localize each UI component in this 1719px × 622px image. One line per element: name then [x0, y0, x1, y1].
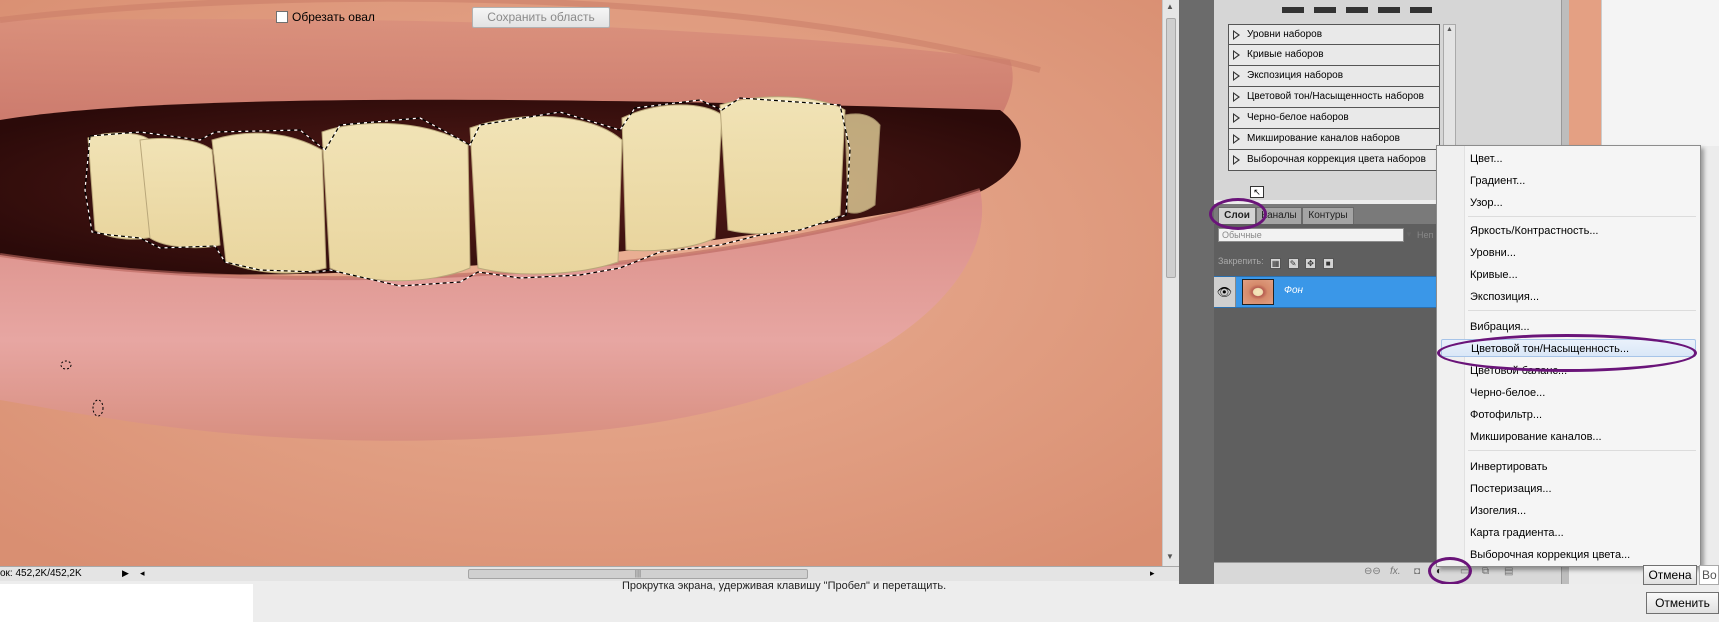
menu-item-threshold[interactable]: Изогелия... [1470, 502, 1526, 520]
scroll-thumb[interactable] [1166, 18, 1176, 278]
horizontal-scroll-thumb[interactable]: ||| [468, 569, 808, 579]
lock-row: Закрепить: ▦ ✎ ✥ ■ [1218, 256, 1334, 270]
lock-all-icon[interactable]: ■ [1322, 258, 1334, 269]
status-menu-arrow-icon[interactable]: ▶ [122, 568, 129, 579]
preset-item[interactable]: Микширование каналов наборов [1228, 129, 1440, 150]
tab-channels[interactable]: Каналы [1256, 207, 1302, 224]
lock-position-icon[interactable]: ✥ [1305, 258, 1317, 269]
blend-mode-select[interactable]: Обычные ▼ [1218, 228, 1413, 242]
new-group-icon[interactable]: ▭ [1460, 566, 1469, 577]
menu-item-black-white[interactable]: Черно-белое... [1470, 384, 1545, 402]
menu-item-pattern[interactable]: Узор... [1470, 194, 1503, 212]
photo-smile [0, 0, 1162, 566]
lock-pixels-icon[interactable]: ✎ [1287, 258, 1299, 269]
menu-item-exposure[interactable]: Экспозиция... [1470, 288, 1539, 306]
document-canvas[interactable] [0, 0, 1162, 566]
visibility-eye-icon[interactable]: 👁 [1214, 277, 1236, 307]
preset-list: Уровни наборов Кривые наборов Экспозиция… [1228, 24, 1440, 171]
crop-oval-label: Обрезать овал [292, 10, 375, 24]
scroll-right-icon[interactable]: ▸ [1150, 568, 1155, 579]
lock-label: Закрепить: [1218, 256, 1264, 266]
preset-item[interactable]: Выборочная коррекция цвета наборов [1228, 150, 1440, 171]
trash-icon[interactable]: ▤ [1504, 566, 1513, 577]
menu-item-curves[interactable]: Кривые... [1470, 266, 1518, 284]
adjustment-icon[interactable] [1282, 7, 1304, 13]
menu-item-color-balance[interactable]: Цветовой баланс... [1470, 362, 1567, 380]
scroll-left-icon[interactable]: ◂ [140, 568, 145, 579]
menu-item-gradient-map[interactable]: Карта градиента... [1470, 524, 1564, 542]
scroll-up-icon[interactable]: ▲ [1166, 2, 1174, 11]
fx-icon[interactable]: fx. [1390, 566, 1401, 577]
expand-triangle-icon[interactable] [1233, 134, 1240, 144]
menu-item-levels[interactable]: Уровни... [1470, 244, 1516, 262]
document-size-info: ок: 452,2K/452,2K [0, 568, 82, 579]
menu-item-posterize[interactable]: Постеризация... [1470, 480, 1552, 498]
layer-thumbnail [1242, 279, 1274, 305]
save-area-button[interactable]: Сохранить область [472, 7, 610, 28]
expand-triangle-icon[interactable] [1233, 113, 1240, 123]
tab-paths[interactable]: Контуры [1302, 207, 1354, 224]
new-layer-icon[interactable]: ⧉ [1482, 566, 1489, 577]
adjustment-icon[interactable] [1346, 7, 1368, 13]
expand-triangle-icon[interactable] [1233, 71, 1240, 81]
menu-item-vibrance[interactable]: Вибрация... [1470, 318, 1530, 336]
scroll-down-icon[interactable]: ▼ [1166, 552, 1174, 561]
menu-item-channel-mixer[interactable]: Микширование каналов... [1470, 428, 1602, 446]
cancel-button[interactable]: Отмена [1643, 565, 1697, 585]
new-adjustment-layer-menu: Цвет... Градиент... Узор... Яркость/Конт… [1436, 145, 1701, 567]
lock-transparency-icon[interactable]: ▦ [1270, 258, 1282, 269]
expand-triangle-icon[interactable] [1233, 155, 1240, 165]
new-adjustment-layer-icon[interactable]: ◐ [1436, 566, 1442, 577]
expand-triangle-icon[interactable] [1233, 92, 1240, 102]
tab-layers[interactable]: Слои [1218, 207, 1256, 224]
crop-oval-checkbox[interactable] [276, 11, 288, 23]
preset-item[interactable]: Экспозиция наборов [1228, 66, 1440, 87]
menu-item-color[interactable]: Цвет... [1470, 150, 1503, 168]
canvas-vertical-scrollbar[interactable]: ▲ ▼ [1162, 0, 1179, 566]
scroll-up-icon[interactable]: ▲ [1446, 26, 1453, 33]
cancel-button-secondary[interactable]: Отменить [1646, 592, 1719, 614]
menu-separator [1468, 216, 1696, 217]
menu-separator [1468, 310, 1696, 311]
add-mask-icon[interactable]: ◘ [1414, 566, 1420, 577]
layer-name: Фон [1284, 285, 1304, 296]
side-field[interactable]: Во [1699, 565, 1719, 585]
expand-triangle-icon[interactable] [1233, 30, 1240, 40]
hint-text: Прокрутка экрана, удерживая клавишу "Про… [622, 580, 947, 592]
preset-item[interactable]: Черно-белое наборов [1228, 108, 1440, 129]
expand-triangle-icon[interactable] [1233, 50, 1240, 60]
panel-dock-strip [1179, 0, 1214, 584]
menu-item-photo-filter[interactable]: Фотофильтр... [1470, 406, 1542, 424]
adjustment-icon[interactable] [1378, 7, 1400, 13]
preset-item[interactable]: Цветовой тон/Насыщенность наборов [1228, 87, 1440, 108]
menu-item-hue-saturation[interactable]: Цветовой тон/Насыщенность... [1441, 339, 1696, 357]
preset-item[interactable]: Уровни наборов [1228, 24, 1440, 45]
background-canvas-edge [1561, 0, 1719, 146]
return-to-list-icon[interactable]: ↖ [1250, 186, 1264, 198]
link-layers-icon[interactable]: ⊖⊖ [1364, 566, 1381, 577]
menu-item-selective-color[interactable]: Выборочная коррекция цвета... [1470, 546, 1630, 564]
adjustment-icon[interactable] [1314, 7, 1336, 13]
preset-item[interactable]: Кривые наборов [1228, 45, 1440, 66]
menu-item-gradient[interactable]: Градиент... [1470, 172, 1525, 190]
adjustment-icons-row [1282, 0, 1462, 13]
opacity-label: Неп [1417, 230, 1434, 240]
photoshop-window: ▲ ▼ ок: 452,2K/452,2K ▶ ◂ ||| ▸ Уровни н… [0, 0, 1719, 622]
adjustment-icon[interactable] [1410, 7, 1432, 13]
menu-item-brightness-contrast[interactable]: Яркость/Контрастность... [1470, 222, 1598, 240]
status-bar: ок: 452,2K/452,2K ▶ ◂ ||| ▸ [0, 566, 1179, 581]
menu-separator [1468, 450, 1696, 451]
menu-item-invert[interactable]: Инвертировать [1470, 458, 1547, 476]
